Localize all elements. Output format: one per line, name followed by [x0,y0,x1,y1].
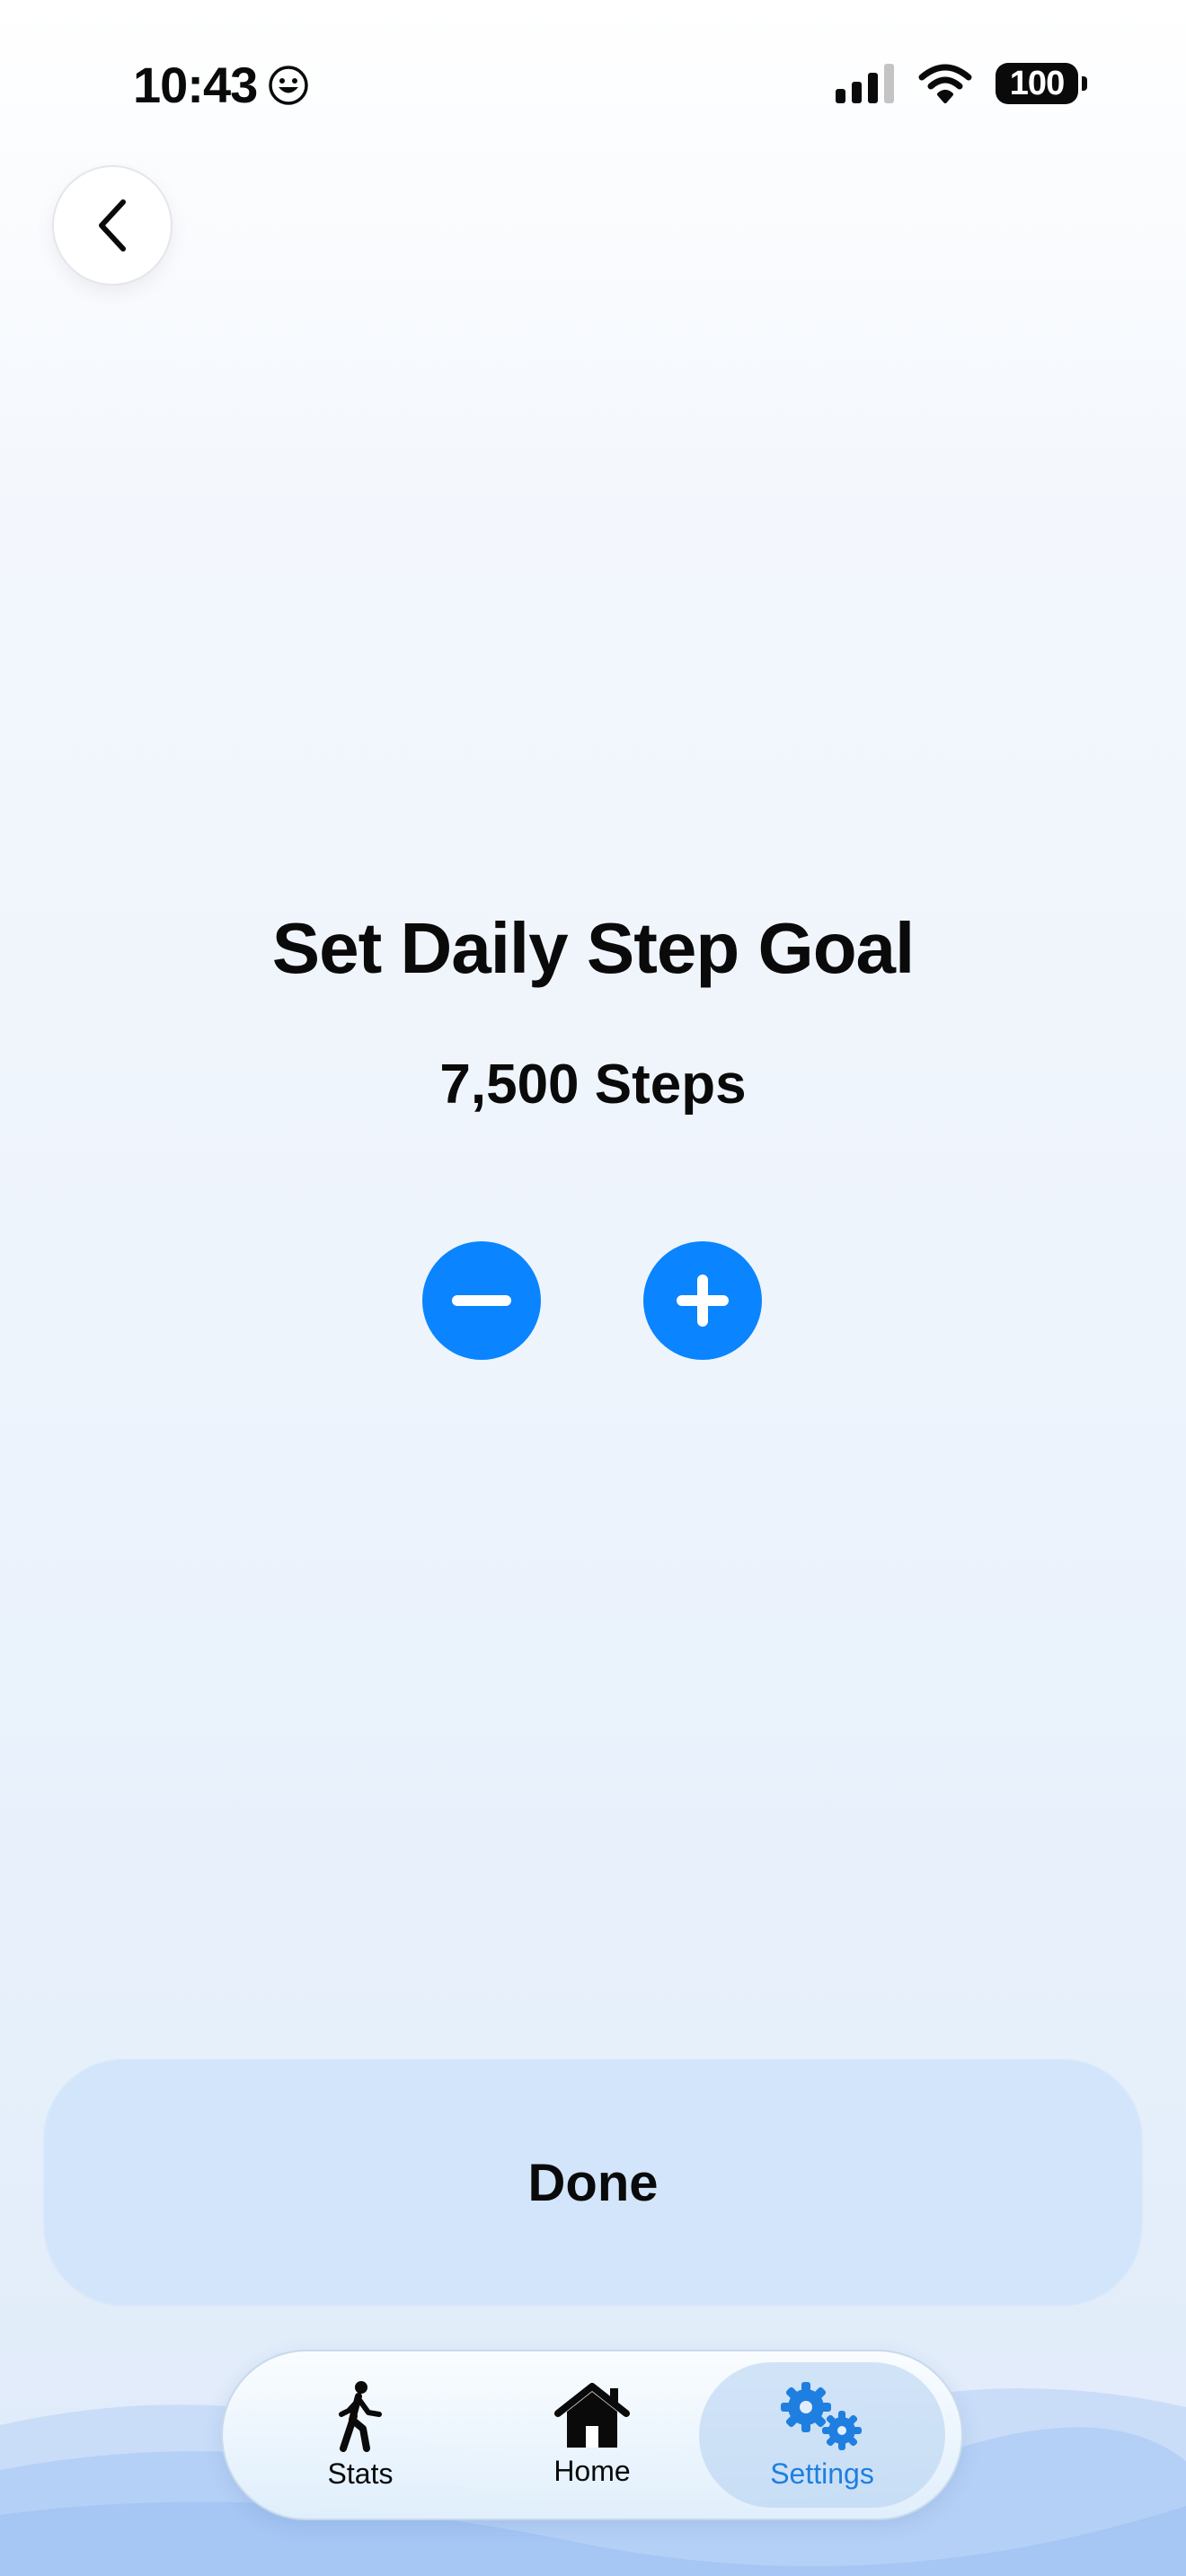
step-goal-value: 7,500 Steps [439,1054,747,1116]
tab-label: Settings [770,2457,874,2490]
minus-icon [452,1295,511,1306]
increase-goal-button[interactable] [643,1241,762,1360]
smiley-icon [269,65,308,105]
gears-icon [781,2381,862,2450]
page-title: Set Daily Step Goal [271,908,916,988]
house-icon [554,2382,630,2448]
done-button[interactable]: Done [43,2059,1143,2307]
decrease-goal-button[interactable] [422,1241,541,1360]
tab-settings[interactable]: Settings [699,2362,945,2508]
tab-home[interactable]: Home [469,2362,715,2508]
tab-label: Stats [327,2457,394,2490]
wifi-icon [918,64,972,103]
plus-icon [677,1275,729,1327]
battery-level: 100 [1009,64,1065,102]
chevron-left-icon [99,199,126,251]
cellular-signal-icon [836,64,894,103]
status-icons: 100 [836,63,1087,104]
status-bar: 10:43 100 [0,0,1186,171]
tab-bar: Stats Home Settings [221,2350,963,2520]
walking-figure-icon [339,2380,382,2452]
done-button-label: Done [527,2153,659,2212]
back-button[interactable] [52,165,173,286]
status-time: 10:43 [133,56,309,114]
tab-stats[interactable]: Stats [237,2362,483,2508]
status-time-text: 10:43 [133,57,258,113]
tab-label: Home [553,2454,631,2487]
battery-indicator: 100 [996,63,1087,104]
